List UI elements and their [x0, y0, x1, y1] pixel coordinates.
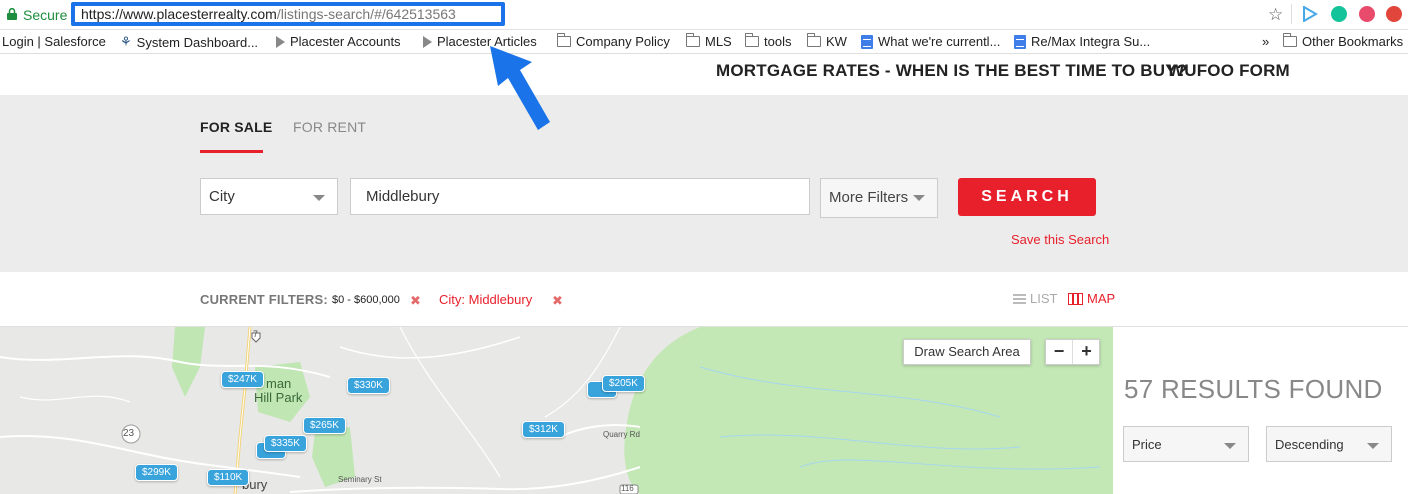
location-input-value: Middlebury	[366, 188, 440, 205]
list-icon	[1013, 293, 1026, 304]
filter-price-chip: $0 - $600,000	[332, 294, 400, 306]
bookmark-company-policy[interactable]: Company Policy	[557, 33, 670, 49]
save-search-link[interactable]: Save this Search	[1011, 232, 1109, 247]
folder-icon	[686, 33, 700, 47]
doc-icon	[861, 34, 873, 49]
search-button[interactable]: SEARCH	[958, 178, 1096, 216]
park-label: Hill Park	[254, 390, 303, 405]
bookmark-salesforce[interactable]: Login | Salesforce	[2, 34, 106, 49]
filter-city-chip: City: Middlebury	[439, 292, 533, 307]
bookmark-tools[interactable]: tools	[745, 33, 791, 49]
road-label-quarry: Quarry Rd	[603, 430, 640, 439]
price-pin[interactable]: $312K	[522, 421, 565, 438]
browser-url-bar: Secure https://www.placesterrealty.com/l…	[0, 0, 1408, 30]
bookmark-system-dashboard[interactable]: ⚘ System Dashboard...	[120, 34, 258, 50]
list-view-label: LIST	[1030, 291, 1058, 306]
route-7-label: 7	[253, 329, 259, 339]
active-tab-indicator	[200, 150, 263, 153]
chevron-down-icon	[1224, 443, 1236, 449]
doc-icon	[1014, 34, 1026, 49]
list-view-toggle[interactable]: LIST	[1013, 291, 1057, 306]
address-field[interactable]: https://www.placesterrealty.com/listings…	[81, 6, 456, 22]
price-pin[interactable]: $330K	[347, 377, 390, 394]
current-filters-heading: CURRENT FILTERS:	[200, 292, 328, 307]
tab-for-sale[interactable]: FOR SALE	[200, 119, 272, 135]
location-type-select[interactable]: City	[200, 178, 338, 215]
zoom-in-button[interactable]: +	[1073, 340, 1100, 364]
price-pin[interactable]: $299K	[135, 464, 178, 481]
map-view-toggle[interactable]: MAP	[1068, 291, 1115, 306]
road-label-seminary: Seminary St	[338, 475, 382, 484]
extension-icon[interactable]	[1359, 6, 1375, 22]
location-input[interactable]: Middlebury	[350, 178, 810, 215]
sort-order-select[interactable]: Descending	[1266, 426, 1392, 462]
price-pin[interactable]: $265K	[303, 417, 346, 434]
placester-extension-icon[interactable]	[1302, 6, 1318, 22]
more-filters-select[interactable]: More Filters	[820, 178, 938, 218]
results-map[interactable]: 23 7 116 man Hill Park bury Quarry Rd Se…	[0, 327, 1113, 494]
bookmark-what-were-current[interactable]: What we're currentl...	[861, 34, 1000, 49]
zoom-controls: − +	[1045, 339, 1100, 365]
annotation-arrow-icon	[490, 46, 550, 130]
play-icon	[276, 35, 285, 48]
jira-icon: ⚘	[120, 34, 132, 49]
price-pin[interactable]: $247K	[221, 371, 264, 388]
grammarly-extension-icon[interactable]	[1331, 6, 1347, 22]
remove-price-filter-icon[interactable]: ✖	[410, 293, 421, 309]
bookmark-placester-accounts[interactable]: Placester Accounts	[276, 34, 401, 49]
sort-order-value: Descending	[1275, 437, 1344, 452]
zoom-out-button[interactable]: −	[1046, 340, 1073, 364]
bookmark-star-icon[interactable]: ☆	[1268, 5, 1283, 25]
site-nav: MORTGAGE RATES - WHEN IS THE BEST TIME T…	[0, 54, 1408, 95]
current-filters-bar: CURRENT FILTERS: $0 - $600,000 ✖ City: M…	[0, 272, 1408, 327]
park-label-partial: man	[266, 376, 292, 391]
folder-icon	[745, 33, 759, 47]
map-icon	[1068, 292, 1083, 305]
bookmark-other-bookmarks[interactable]: Other Bookmarks	[1283, 33, 1403, 49]
url-path: /listings-search/#/642513563	[276, 6, 456, 22]
results-count: 57 RESULTS FOUND	[1124, 374, 1383, 404]
chevron-down-icon	[313, 195, 325, 201]
map-view-label: MAP	[1087, 291, 1116, 306]
bookmark-kw[interactable]: KW	[807, 33, 847, 49]
more-filters-label: More Filters	[829, 189, 909, 206]
bookmark-remax-integra[interactable]: Re/Max Integra Su...	[1014, 34, 1150, 49]
chevron-down-icon	[913, 195, 925, 201]
bookmarks-overflow-button[interactable]: »	[1262, 34, 1269, 49]
secure-label: Secure	[23, 7, 68, 23]
sort-field-value: Price	[1132, 437, 1162, 452]
nav-link-wufoo-form[interactable]: WUFOO FORM	[1168, 61, 1290, 81]
route-23-label: 23	[123, 428, 135, 439]
search-panel: FOR SALE FOR RENT City Middlebury More F…	[0, 95, 1408, 272]
nav-link-mortgage-rates[interactable]: MORTGAGE RATES - WHEN IS THE BEST TIME T…	[716, 61, 1187, 81]
url-host: https://www.placesterrealty.com	[81, 6, 277, 22]
sort-field-select[interactable]: Price	[1123, 426, 1249, 462]
tab-for-rent[interactable]: FOR RENT	[293, 119, 366, 135]
price-pin[interactable]: $335K	[264, 435, 307, 452]
price-pin[interactable]: $110K	[207, 469, 250, 486]
toolbar-divider	[1291, 4, 1292, 24]
folder-icon	[807, 33, 821, 47]
draw-search-area-button[interactable]: Draw Search Area	[903, 339, 1031, 365]
results-panel: 57 RESULTS FOUND Price Descending	[1113, 327, 1408, 494]
bookmark-mls[interactable]: MLS	[686, 33, 732, 49]
folder-icon	[1283, 33, 1297, 47]
chevron-down-icon	[1367, 443, 1379, 449]
extension-icon[interactable]	[1386, 6, 1402, 22]
lock-icon	[7, 8, 17, 20]
route-116-label: 116	[621, 484, 634, 493]
price-pin[interactable]: $205K	[602, 375, 645, 392]
location-type-value: City	[209, 188, 235, 205]
bookmarks-bar: Login | Salesforce ⚘ System Dashboard... …	[0, 30, 1408, 54]
remove-city-filter-icon[interactable]: ✖	[552, 293, 563, 309]
play-icon	[423, 35, 432, 48]
